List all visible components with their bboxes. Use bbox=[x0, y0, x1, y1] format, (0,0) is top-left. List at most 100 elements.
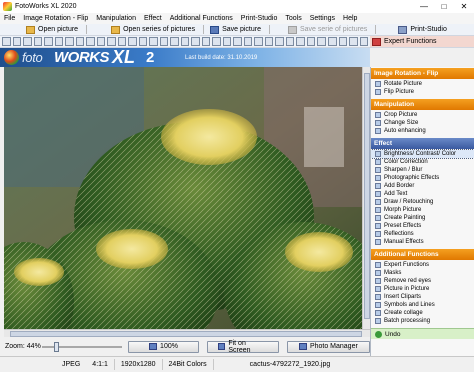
panel-section-header[interactable]: Effect bbox=[371, 138, 474, 149]
panel-item[interactable]: Symbols and Lines bbox=[371, 301, 474, 309]
menu-image-rotation[interactable]: Image Rotation - Flip bbox=[19, 15, 92, 22]
panel-item[interactable]: Draw / Retouching bbox=[371, 198, 474, 206]
panel-item[interactable]: Sharpen / Blur bbox=[371, 166, 474, 174]
minimize-button[interactable]: — bbox=[414, 0, 434, 13]
panel-item[interactable]: Add Border bbox=[371, 182, 474, 190]
stamp-icon[interactable] bbox=[180, 37, 190, 46]
panel-item[interactable]: Expert Functions bbox=[371, 261, 474, 269]
text-icon[interactable] bbox=[65, 37, 74, 46]
vertical-scrollbar[interactable] bbox=[362, 67, 370, 329]
maximize-button[interactable]: □ bbox=[434, 0, 454, 13]
collage-icon[interactable] bbox=[222, 37, 232, 46]
print-studio-button[interactable]: Print-Studio bbox=[394, 24, 453, 35]
folder-icon[interactable] bbox=[2, 37, 11, 46]
blur-icon[interactable] bbox=[149, 37, 158, 46]
zoom-slider-handle[interactable] bbox=[54, 341, 60, 352]
fit-on-screen-button[interactable]: Fit on Screen bbox=[206, 340, 279, 354]
cut-icon[interactable] bbox=[285, 37, 295, 46]
info-icon[interactable] bbox=[359, 37, 369, 46]
save-series-button[interactable]: Save serie of pictures bbox=[284, 24, 373, 35]
rotate-left-icon[interactable] bbox=[23, 37, 32, 46]
expert-functions-label: Expert Functions bbox=[384, 38, 437, 45]
undo-button[interactable]: Undo bbox=[371, 328, 474, 339]
panel-item[interactable]: Masks bbox=[371, 269, 474, 277]
menu-file[interactable]: File bbox=[0, 15, 19, 22]
batch-icon[interactable] bbox=[264, 37, 274, 46]
panel-item[interactable]: Auto enhancing bbox=[371, 127, 474, 135]
panel-item[interactable]: Preset Effects bbox=[371, 222, 474, 230]
menu-effect[interactable]: Effect bbox=[140, 15, 166, 22]
menu-tools[interactable]: Tools bbox=[281, 15, 305, 22]
menu-additional-functions[interactable]: Additional Functions bbox=[166, 15, 237, 22]
undo-icon[interactable] bbox=[327, 37, 337, 46]
panel-item[interactable]: Create collage bbox=[371, 309, 474, 317]
toolbar-divider bbox=[269, 25, 270, 34]
functions-panel: Image Rotation - Flip Rotate Picture Flip … bbox=[370, 67, 474, 356]
light-icon[interactable] bbox=[275, 37, 284, 46]
panel-item[interactable]: Rotate Picture bbox=[371, 80, 474, 88]
panel-item[interactable]: Color Correction bbox=[371, 158, 474, 166]
redo-icon[interactable] bbox=[338, 37, 348, 46]
panel-item[interactable]: Photographic Effects bbox=[371, 174, 474, 182]
mask-icon[interactable] bbox=[243, 37, 253, 46]
close-button[interactable]: ✕ bbox=[454, 0, 474, 13]
zoom-icon[interactable] bbox=[54, 37, 64, 46]
panel-section-header[interactable]: Manipulation bbox=[371, 99, 474, 110]
contrast-icon[interactable] bbox=[117, 37, 127, 46]
frame-icon[interactable] bbox=[86, 37, 95, 46]
panel-item-label: Picture in Picture bbox=[384, 286, 430, 292]
panel-item-label: Masks bbox=[384, 270, 402, 276]
menu-settings[interactable]: Settings bbox=[306, 15, 339, 22]
menu-print-studio[interactable]: Print-Studio bbox=[237, 15, 282, 22]
panel-item[interactable]: Change Size bbox=[371, 119, 474, 127]
help-icon[interactable] bbox=[349, 37, 358, 46]
mosaic-icon[interactable] bbox=[159, 37, 169, 46]
photo-manager-button[interactable]: Photo Manager bbox=[286, 340, 370, 353]
panel-item[interactable]: Insert Cliparts bbox=[371, 293, 474, 301]
menu-manipulation[interactable]: Manipulation bbox=[92, 15, 140, 22]
panel-item[interactable]: Create Painting bbox=[371, 214, 474, 222]
zoom-slider[interactable] bbox=[42, 341, 123, 352]
horizontal-scrollbar[interactable] bbox=[4, 329, 370, 337]
color-icon[interactable] bbox=[107, 37, 116, 46]
resize-icon[interactable] bbox=[212, 37, 221, 46]
panel-item[interactable]: Remove red eyes bbox=[371, 277, 474, 285]
panel-section-header[interactable]: Image Rotation - Flip bbox=[371, 68, 474, 79]
panel-item[interactable]: Batch processing bbox=[371, 317, 474, 325]
rotate-right-icon[interactable] bbox=[33, 37, 43, 46]
red-eye-icon[interactable] bbox=[128, 37, 137, 46]
symbol-icon[interactable] bbox=[254, 37, 263, 46]
horizontal-scroll-thumb[interactable] bbox=[10, 331, 362, 337]
menu-help[interactable]: Help bbox=[339, 15, 361, 22]
open-picture-button[interactable]: Open picture bbox=[22, 24, 84, 35]
panel-item[interactable]: Morph Picture bbox=[371, 206, 474, 214]
open-series-button[interactable]: Open series of pictures bbox=[107, 24, 201, 35]
panel-item[interactable]: Crop Picture bbox=[371, 111, 474, 119]
shadow-icon[interactable] bbox=[317, 37, 326, 46]
panel-item[interactable]: Add Text bbox=[371, 190, 474, 198]
panel-item[interactable]: Brightness/ Contrast/ Color bbox=[371, 149, 474, 159]
panel-item[interactable]: Manual Effects bbox=[371, 238, 474, 246]
magic-icon[interactable] bbox=[138, 37, 148, 46]
border-icon[interactable] bbox=[306, 37, 316, 46]
panel-item[interactable]: Flip Picture bbox=[371, 88, 474, 96]
panel-item-icon bbox=[375, 262, 381, 268]
paint-icon[interactable] bbox=[296, 37, 305, 46]
draw-icon[interactable] bbox=[170, 37, 179, 46]
emboss-icon[interactable] bbox=[201, 37, 211, 46]
panel-item-label: Add Border bbox=[384, 183, 415, 189]
crop-icon[interactable] bbox=[12, 37, 22, 46]
image-viewer[interactable] bbox=[4, 67, 370, 329]
mirror-icon[interactable] bbox=[191, 37, 200, 46]
expert-functions-button[interactable]: Expert Functions bbox=[370, 36, 474, 48]
clipart-icon[interactable] bbox=[233, 37, 242, 46]
panel-item[interactable]: Reflections bbox=[371, 230, 474, 238]
flip-icon[interactable] bbox=[44, 37, 53, 46]
sharpen-icon[interactable] bbox=[96, 37, 106, 46]
expert-icon bbox=[372, 37, 381, 46]
panel-item[interactable]: Picture in Picture bbox=[371, 285, 474, 293]
zoom-100-button[interactable]: 100% bbox=[128, 340, 199, 353]
save-picture-button[interactable]: Save picture bbox=[206, 24, 267, 35]
brush-icon[interactable] bbox=[75, 37, 85, 46]
panel-section-header[interactable]: Additional Functions bbox=[371, 249, 474, 260]
